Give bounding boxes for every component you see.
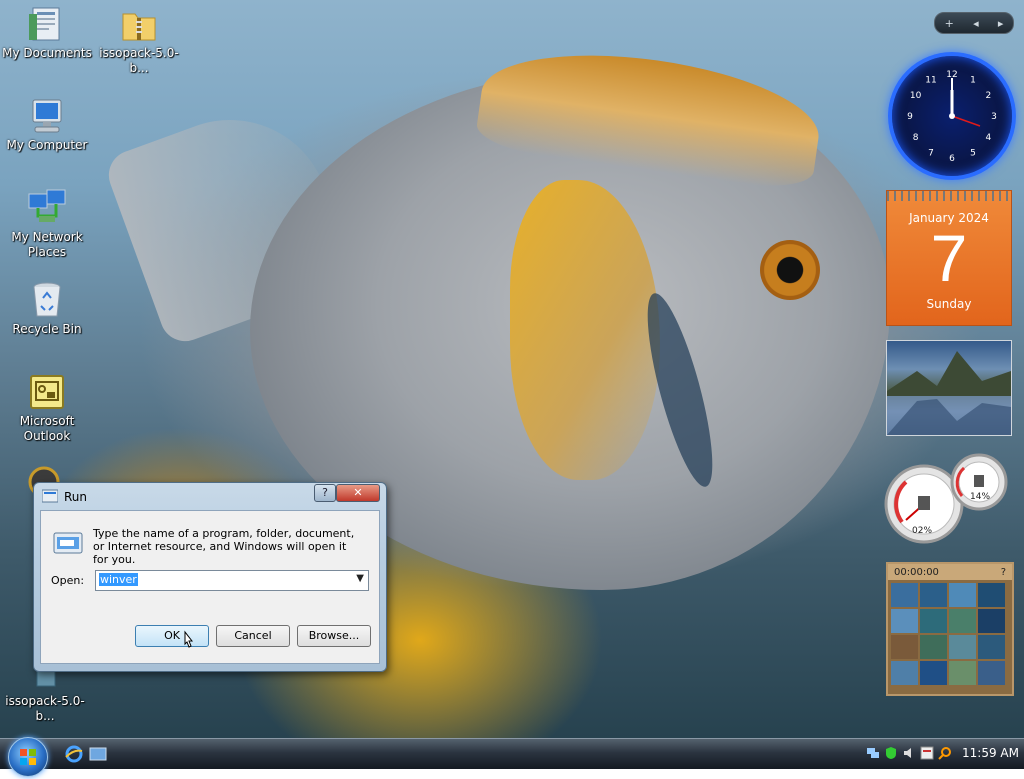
puzzle-timer: 00:00:00 bbox=[894, 566, 939, 578]
add-gadget-button[interactable]: + bbox=[945, 17, 954, 30]
network-icon bbox=[27, 188, 67, 228]
cancel-button[interactable]: Cancel bbox=[216, 625, 290, 647]
puzzle-grid bbox=[888, 580, 1012, 688]
start-button[interactable] bbox=[8, 737, 48, 777]
clock-second-hand bbox=[951, 115, 981, 127]
puzzle-tile[interactable] bbox=[891, 583, 918, 607]
open-input-text[interactable]: winver bbox=[99, 573, 138, 586]
help-button[interactable]: ? bbox=[314, 484, 336, 502]
windows-logo-icon bbox=[20, 749, 36, 765]
puzzle-tile[interactable] bbox=[891, 609, 918, 633]
outlook-icon bbox=[27, 372, 67, 412]
puzzle-tile[interactable] bbox=[949, 609, 976, 633]
desktop-icon-my-computer[interactable]: My Computer bbox=[2, 96, 92, 153]
puzzle-help-button[interactable]: ? bbox=[1001, 567, 1006, 578]
memory-usage-readout: 14% bbox=[970, 492, 991, 502]
run-dialog: Run ? ✕ Type the name of a program, fold… bbox=[33, 482, 387, 672]
desktop-icon-label: My Documents bbox=[2, 46, 92, 60]
previous-gadgets-button[interactable]: ◂ bbox=[973, 17, 979, 30]
picture-puzzle-gadget[interactable]: 00:00:00 ? bbox=[886, 562, 1014, 696]
desktop-icon-my-network-places[interactable]: My Network Places bbox=[2, 188, 92, 260]
run-program-icon bbox=[53, 531, 83, 555]
puzzle-tile[interactable] bbox=[949, 635, 976, 659]
tray-app-icon[interactable] bbox=[920, 746, 934, 760]
taskbar-clock[interactable]: 11:59 AM bbox=[962, 746, 1019, 760]
puzzle-tile[interactable] bbox=[978, 609, 1005, 633]
slideshow-gadget[interactable] bbox=[886, 340, 1012, 436]
clock-gadget[interactable]: 12 1 2 3 4 5 6 7 8 9 10 11 bbox=[888, 52, 1016, 180]
puzzle-tile[interactable] bbox=[978, 583, 1005, 607]
run-dialog-title: Run bbox=[64, 490, 88, 504]
puzzle-tile[interactable] bbox=[949, 661, 976, 685]
clock-numeral: 2 bbox=[986, 91, 992, 101]
run-icon bbox=[41, 489, 59, 503]
clock-numeral: 7 bbox=[928, 148, 934, 158]
puzzle-tile[interactable] bbox=[949, 583, 976, 607]
desktop-icon-issopack-folder[interactable]: issopack-5.0-b... bbox=[94, 4, 184, 76]
puzzle-tile[interactable] bbox=[891, 635, 918, 659]
clock-numeral: 4 bbox=[986, 133, 992, 143]
desktop-icon-my-documents[interactable]: My Documents bbox=[2, 4, 92, 61]
slideshow-image bbox=[887, 351, 1011, 435]
desktop-icon-recycle-bin[interactable]: Recycle Bin bbox=[2, 280, 92, 337]
desktop-icon-label: My Computer bbox=[6, 138, 88, 152]
close-button[interactable]: ✕ bbox=[336, 484, 380, 502]
chevron-down-icon[interactable]: ▼ bbox=[356, 573, 364, 584]
cpu-meter-gadget[interactable]: 02% 14% bbox=[884, 452, 1012, 548]
next-gadgets-button[interactable]: ▸ bbox=[998, 17, 1004, 30]
puzzle-tile[interactable] bbox=[978, 661, 1005, 685]
clock-numeral: 1 bbox=[970, 76, 976, 86]
internet-explorer-icon[interactable] bbox=[64, 745, 84, 763]
clock-numeral: 5 bbox=[970, 148, 976, 158]
volume-icon[interactable] bbox=[902, 746, 916, 760]
ok-button[interactable]: OK bbox=[135, 625, 209, 647]
zip-folder-icon bbox=[119, 4, 159, 44]
puzzle-tile[interactable] bbox=[920, 635, 947, 659]
search-icon[interactable] bbox=[938, 746, 952, 760]
security-shield-icon[interactable] bbox=[884, 746, 898, 760]
run-dialog-body: Type the name of a program, folder, docu… bbox=[40, 510, 380, 664]
calendar-gadget[interactable]: January 2024 7 Sunday bbox=[886, 190, 1012, 326]
computer-icon bbox=[27, 96, 67, 136]
recycle-bin-icon bbox=[27, 280, 67, 320]
open-label: Open: bbox=[51, 574, 85, 587]
desktop-icon-label: issopack-5.0-b... bbox=[99, 46, 179, 75]
puzzle-tile[interactable] bbox=[891, 661, 918, 685]
clock-numeral: 11 bbox=[925, 76, 936, 86]
documents-icon bbox=[27, 4, 67, 44]
clock-numeral: 3 bbox=[991, 112, 997, 122]
taskbar: 11:59 AM bbox=[0, 738, 1024, 769]
puzzle-tile[interactable] bbox=[920, 583, 947, 607]
desktop-icon-label: Recycle Bin bbox=[12, 322, 82, 336]
sidebar-controls: + ◂ ▸ bbox=[934, 12, 1014, 34]
network-tray-icon[interactable] bbox=[866, 746, 880, 760]
puzzle-tile[interactable] bbox=[978, 635, 1005, 659]
clock-numeral: 8 bbox=[913, 133, 919, 143]
clock-numeral: 10 bbox=[910, 91, 922, 101]
show-desktop-icon[interactable] bbox=[89, 745, 107, 763]
mouse-cursor-icon bbox=[181, 630, 195, 650]
calendar-weekday: Sunday bbox=[926, 297, 972, 311]
browse-button[interactable]: Browse... bbox=[297, 625, 371, 647]
puzzle-tile[interactable] bbox=[920, 661, 947, 685]
puzzle-tile[interactable] bbox=[920, 609, 947, 633]
desktop-icon-label: Microsoft Outlook bbox=[19, 414, 75, 443]
clock-numeral: 6 bbox=[949, 154, 955, 164]
wallpaper-fish-eye bbox=[760, 240, 820, 300]
clock-numeral: 9 bbox=[907, 112, 913, 122]
calendar-day: 7 bbox=[930, 221, 968, 295]
calendar-rings bbox=[887, 191, 1011, 201]
desktop-icon-label: My Network Places bbox=[11, 230, 83, 259]
cpu-usage-readout: 02% bbox=[912, 526, 933, 536]
puzzle-header: 00:00:00 ? bbox=[888, 564, 1012, 580]
desktop-icon-microsoft-outlook[interactable]: Microsoft Outlook bbox=[2, 372, 92, 444]
open-combobox[interactable]: winver ▼ bbox=[95, 570, 369, 591]
system-tray bbox=[866, 746, 952, 760]
run-description: Type the name of a program, folder, docu… bbox=[93, 527, 355, 566]
desktop-icon-label: issopack-5.0-b... bbox=[5, 694, 85, 723]
